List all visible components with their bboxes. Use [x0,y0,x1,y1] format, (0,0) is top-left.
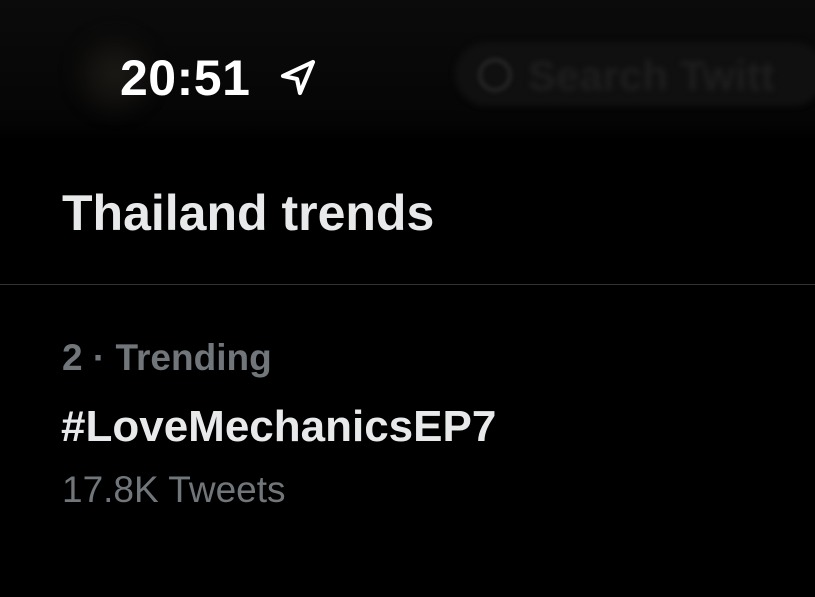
search-placeholder: Search Twitt [528,52,775,99]
trend-item[interactable]: 2 · Trending #LoveMechanicsEP7 17.8K Twe… [0,286,815,526]
status-bar-time: 20:51 [120,50,251,106]
search-icon [478,58,512,92]
location-arrow-icon [280,59,316,96]
trend-tweet-count: 17.8K Tweets [62,469,286,510]
section-title: Thailand trends [62,185,435,241]
trend-rank-label: 2 · Trending [62,337,272,378]
trends-screen: Search Twitt 20:51 Thailand trends 2 · T… [0,0,815,597]
trend-hashtag[interactable]: #LoveMechanicsEP7 [61,401,496,453]
divider [0,284,815,285]
